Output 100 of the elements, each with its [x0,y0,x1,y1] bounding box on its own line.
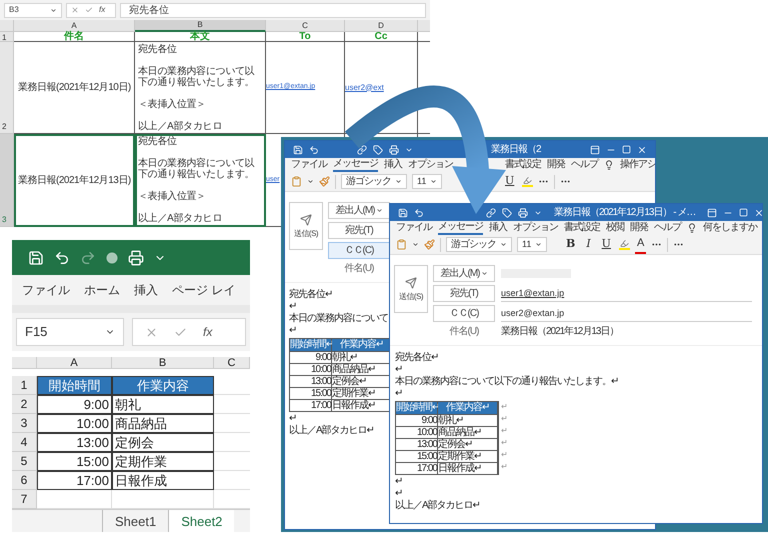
table-cell: 15:00 [37,452,112,471]
menu-tab[interactable]: ヘルプ [654,222,681,234]
email-link[interactable]: user2@ext [345,82,384,94]
to-button[interactable]: 宛先(T) [328,222,390,239]
cc-field[interactable]: user2@extan.jp [501,305,752,322]
window-title: 業務日報（2 [491,144,541,156]
row-header: 1 [12,376,37,395]
table-cell: 9:00 [396,414,438,426]
table-cell: 10:00 [290,363,332,375]
menu-tab[interactable]: 校閲 [606,222,624,234]
row-header: 3 [12,414,37,433]
paragraph-mark: ↵ [501,437,507,449]
column-header: B [135,20,266,32]
menu-tab[interactable]: ファイル [291,159,327,171]
menu-tab[interactable]: メッセージ [438,221,483,235]
format-button[interactable]: U [502,173,518,190]
body-text: ↵ [395,364,402,376]
cell-text: 宛先各位 [138,44,178,55]
header-cell: 開始時間 [37,376,112,395]
menu-tab[interactable]: 挿入 [384,159,402,171]
format-button[interactable]: I [583,236,594,253]
menu-tab[interactable]: オプション [513,222,558,234]
table-cell: 13:00 [290,375,332,387]
menu-tab[interactable]: メッセージ [333,158,378,172]
menu-tab[interactable]: ヘルプ [571,159,598,171]
column-header: A [14,20,135,32]
menu-tab[interactable]: ページ レイ [172,281,236,299]
row-header: 4 [12,433,37,452]
table-cell: 定期作業 [112,452,214,471]
row-header: 2 [12,395,37,414]
cc-button[interactable]: ＣＣ(C) [328,242,390,259]
cell-text: 以上／A部タカヒロ [138,213,223,224]
cell-text: ＜表挿入位置＞ [138,99,207,110]
table-cell: 10:00 [37,414,112,433]
to-field[interactable]: user1@extan.jp [501,285,752,302]
formula-field[interactable]: 宛先各位 [120,2,426,18]
body-text: ↵ [289,325,296,337]
row-header: 3 [0,134,14,227]
paragraph-mark: ↵ [501,449,507,461]
font-dropdown[interactable]: 游ゴシック [341,174,407,189]
table-cell: 朝礼 [112,395,214,414]
body-text: 本日の業務内容について [289,313,388,325]
header-cell: 作業内容↵ [438,402,498,414]
paragraph-mark: ↵ [501,413,507,425]
table-cell: 10:00 [396,426,438,438]
tell-me-field[interactable]: 何をしますか [703,222,757,234]
header-cell: Cc [345,32,418,42]
font-size-dropdown[interactable]: 11 [412,174,442,189]
paragraph-mark: ↵ [501,401,507,413]
body-text: 本日の業務内容について以下の通り報告いたします。↵ [395,376,618,388]
menu-tab[interactable]: 開発 [547,159,565,171]
function-button[interactable]: fx [203,323,212,341]
window-title: 業務日報（2021年12月13日） - メ… [554,206,696,218]
row-header: 2 [0,42,14,134]
table-cell: 定例会↵ [438,438,498,450]
format-button[interactable]: B [563,236,578,253]
row-header: 5 [12,452,37,471]
name-box[interactable]: F15 [16,318,124,346]
menu-tab[interactable]: ホーム [84,281,120,299]
font-dropdown[interactable]: 游ゴシック [446,237,512,252]
cell-text: 本日の業務内容について以下の通り報告いたします。 [138,66,256,88]
menu-tab[interactable]: ファイル [396,222,432,234]
to-button[interactable]: 宛先(T) [433,285,495,302]
name-box[interactable]: B3 [4,2,62,18]
menu-tab[interactable]: 開発 [630,222,648,234]
subject-field[interactable]: 業務日報（2021年12月13日） [501,326,618,338]
from-button[interactable]: 差出人(M) [433,265,495,282]
function-button[interactable]: fx [99,4,106,16]
header-cell: 件名 [14,32,135,42]
body-text: ↵ [395,388,402,400]
menu-tab[interactable]: ファイル [22,281,70,299]
table-cell: 日報作成 [112,471,214,490]
menu-tab[interactable]: 挿入 [489,222,507,234]
sheet-tab[interactable]: Sheet2 [168,510,234,532]
header-cell: 作業内容 [112,376,214,395]
row-header: 1 [0,32,14,42]
menu-tab[interactable]: 書式設定 [564,222,600,234]
column-header: B [112,357,214,369]
tell-me-field[interactable]: 操作アシ [620,159,655,171]
table-cell: 朝礼↵ [438,414,498,426]
send-button[interactable]: 送信(S) [289,202,323,250]
cc-button[interactable]: ＣＣ(C) [433,305,495,322]
menu-tab[interactable]: オプション [408,159,453,171]
send-button[interactable]: 送信(S) [394,265,428,313]
table-cell: 定例会 [112,433,214,452]
body-text: ↵ [395,476,402,488]
format-button[interactable]: U [598,236,614,253]
cell-text: ＜表挿入位置＞ [138,191,207,202]
paragraph-mark: ↵ [501,461,507,473]
from-button[interactable]: 差出人(M) [328,202,390,219]
column-header: C [214,357,250,369]
paragraph-mark: ↵ [501,425,507,437]
font-color-button[interactable]: A [634,235,646,254]
font-size-dropdown[interactable]: 11 [517,237,547,252]
body-text: ↵ [289,413,296,424]
body-text: 宛先各位↵ [289,289,332,301]
menu-tab[interactable]: 書式設定 [505,159,541,171]
row-header: 7 [12,490,37,509]
menu-tab[interactable]: 挿入 [134,281,158,299]
table-cell-text: 業務日報(2021年12月13日) [18,174,131,188]
